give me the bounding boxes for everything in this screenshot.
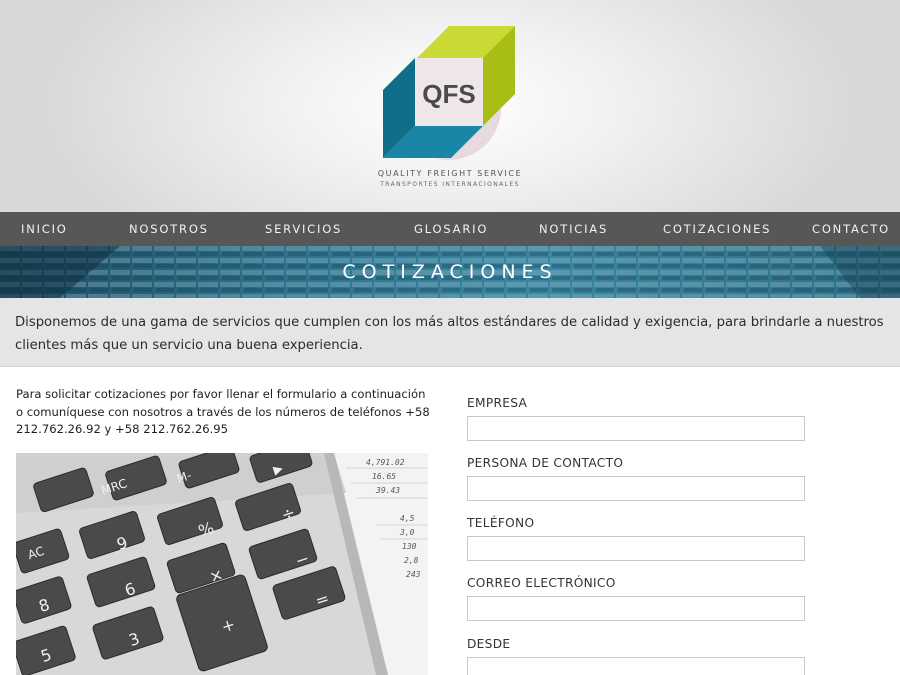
page-title: COTIZACIONES [342,261,558,283]
nav-item-inicio[interactable]: INICIO [21,212,68,246]
nav-item-noticias[interactable]: NOTICIAS [539,212,608,246]
empresa-label: EMPRESA [467,396,528,410]
paper-number: 4,791.02 [366,458,405,467]
site-header: QFS QUALITY FREIGHT SERVICE TRANSPORTES … [0,0,900,212]
desde-input[interactable] [467,657,805,675]
persona-contacto-label: PERSONA DE CONTACTO [467,456,624,470]
empresa-input[interactable] [467,416,805,441]
calculator-photo: 4,791.02 16.65 39.43 4,5 3,0 130 2,8 243 [16,453,428,675]
nav-item-cotizaciones[interactable]: COTIZACIONES [663,212,771,246]
nav-item-contacto[interactable]: CONTACTO [812,212,890,246]
paper-number: 4,5 [400,514,415,523]
nav-item-nosotros[interactable]: NOSOTROS [129,212,209,246]
paper-number: 3,0 [399,528,415,537]
intro-section: Disponemos de una gama de servicios que … [0,298,900,367]
telefono-label: TELÉFONO [467,516,535,530]
paper-number: 39.43 [375,486,400,495]
quote-instructions: Para solicitar cotizaciones por favor ll… [16,387,430,436]
page-banner: COTIZACIONES [0,246,900,298]
main-nav: INICIO NOSOTROS SERVICIOS GLOSARIO NOTIC… [0,212,900,246]
logo-subtagline: TRANSPORTES INTERNACIONALES [380,181,520,188]
correo-label: CORREO ELECTRÓNICO [467,576,616,590]
nav-item-glosario[interactable]: GLOSARIO [414,212,488,246]
logo-tagline: QUALITY FREIGHT SERVICE [377,169,523,178]
paper-number: 243 [406,570,421,579]
telefono-input[interactable] [467,536,805,561]
nav-item-servicios[interactable]: SERVICIOS [265,212,342,246]
paper-number: 2,8 [404,556,419,565]
paper-number: 130 [402,542,417,551]
intro-text: Disponemos de una gama de servicios que … [15,315,884,353]
correo-input[interactable] [467,596,805,621]
persona-contacto-input[interactable] [467,476,805,501]
desde-label: DESDE [467,637,511,651]
calculator-illustration: 4,791.02 16.65 39.43 4,5 3,0 130 2,8 243 [16,453,428,675]
logo-text: QFS [422,79,475,109]
paper-number: 16.65 [372,472,396,481]
qfs-logo[interactable]: QFS [379,22,521,192]
